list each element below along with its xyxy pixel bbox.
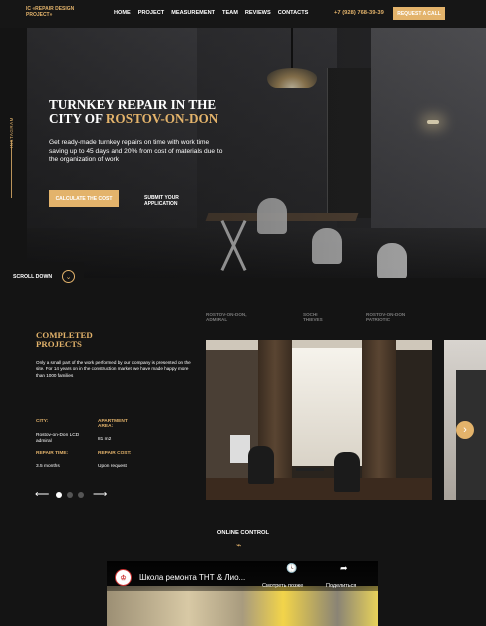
video-embed[interactable]: ♔ Школа ремонта ТНТ & Лио... 🕓 Смотреть … bbox=[107, 561, 378, 626]
projects-title: COMPLETED PROJECTS bbox=[36, 330, 93, 349]
left-rail: INSTAGRAM bbox=[0, 28, 27, 278]
calculate-cost-button[interactable]: CALCULATE THE COST bbox=[49, 190, 119, 207]
city-value: Rostov-on-Don LCD admiral bbox=[36, 433, 80, 444]
repair-cost-label: REPAIR COST: bbox=[98, 451, 132, 456]
request-call-button[interactable]: REQUEST A CALL bbox=[393, 7, 445, 20]
clock-icon[interactable]: 🕓 bbox=[286, 563, 297, 574]
main-nav: HOME PROJECT MEASUREMENT TEAM REVIEWS CO… bbox=[114, 10, 308, 16]
project-photo bbox=[206, 340, 432, 500]
camera-icon: ⌁ bbox=[236, 540, 242, 550]
repair-cost-value: Upon request bbox=[98, 464, 127, 469]
channel-avatar[interactable]: ♔ bbox=[115, 569, 132, 586]
arrow-left-icon[interactable]: ⟵ bbox=[35, 490, 49, 500]
video-title[interactable]: Школа ремонта ТНТ & Лио... bbox=[139, 573, 245, 582]
online-control-title: ONLINE CONTROL bbox=[216, 530, 270, 536]
scroll-down[interactable]: SCROLL DOWN ⌄ bbox=[0, 262, 84, 289]
watch-later-label[interactable]: Смотреть позже bbox=[262, 583, 303, 589]
nav-team[interactable]: TEAM bbox=[222, 10, 238, 16]
nav-measurement[interactable]: MEASUREMENT bbox=[171, 10, 215, 16]
submit-application-link[interactable]: SUBMIT YOUR APPLICATION bbox=[144, 195, 194, 207]
area-value: 81 m2 bbox=[98, 437, 112, 442]
phone-link[interactable]: +7 (928) 768-39-39 bbox=[334, 10, 384, 16]
window bbox=[284, 348, 368, 466]
instagram-link[interactable]: INSTAGRAM bbox=[9, 117, 14, 148]
projects-description: Only a small part of the work performed … bbox=[36, 360, 191, 378]
rail-divider bbox=[11, 140, 12, 198]
repair-time-label: REPAIR TIME: bbox=[36, 451, 69, 456]
project-photo-next bbox=[444, 340, 486, 500]
share-label[interactable]: Поделиться bbox=[326, 583, 356, 589]
slider-controls: ⟵ ⟶ bbox=[35, 490, 115, 500]
nav-project[interactable]: PROJECT bbox=[138, 10, 164, 16]
nav-contacts[interactable]: CONTACTS bbox=[278, 10, 309, 16]
hero-title: TURNKEY REPAIR IN THE CITY OF ROSTOV-ON-… bbox=[49, 97, 219, 126]
hero-city: ROSTOV-ON-DON bbox=[105, 111, 219, 126]
slider-dot[interactable] bbox=[56, 492, 62, 498]
share-icon[interactable]: ➦ bbox=[340, 563, 348, 574]
tab-rostov-admiral[interactable]: ROSTOV-ON-DON, ADMIRAL bbox=[206, 312, 266, 322]
logo[interactable]: IC «REPAIR DESIGN PROJECT» bbox=[26, 6, 86, 18]
site-header: IC «REPAIR DESIGN PROJECT» HOME PROJECT … bbox=[0, 0, 486, 28]
tab-sochi[interactable]: SOCHI THIEVES bbox=[303, 312, 337, 322]
nav-home[interactable]: HOME bbox=[114, 10, 131, 16]
scroll-down-label: SCROLL DOWN bbox=[13, 274, 53, 280]
area-label: APARTMENT AREA: bbox=[98, 419, 128, 430]
repair-time-value: 3.5 months bbox=[36, 464, 60, 469]
tab-rostov-patriotic[interactable]: ROSTOV-ON-DON PATRIOTIC bbox=[366, 312, 426, 322]
arrow-right-icon[interactable]: ⟶ bbox=[93, 490, 107, 500]
nav-reviews[interactable]: REVIEWS bbox=[245, 10, 271, 16]
chevron-right-icon[interactable]: › bbox=[456, 421, 474, 439]
slider-dot[interactable] bbox=[67, 492, 73, 498]
slider-dot[interactable] bbox=[78, 492, 84, 498]
chevron-down-icon[interactable]: ⌄ bbox=[62, 270, 75, 283]
hero-subtitle: Get ready-made turnkey repairs on time w… bbox=[49, 139, 223, 164]
city-label: CITY: bbox=[36, 419, 49, 424]
